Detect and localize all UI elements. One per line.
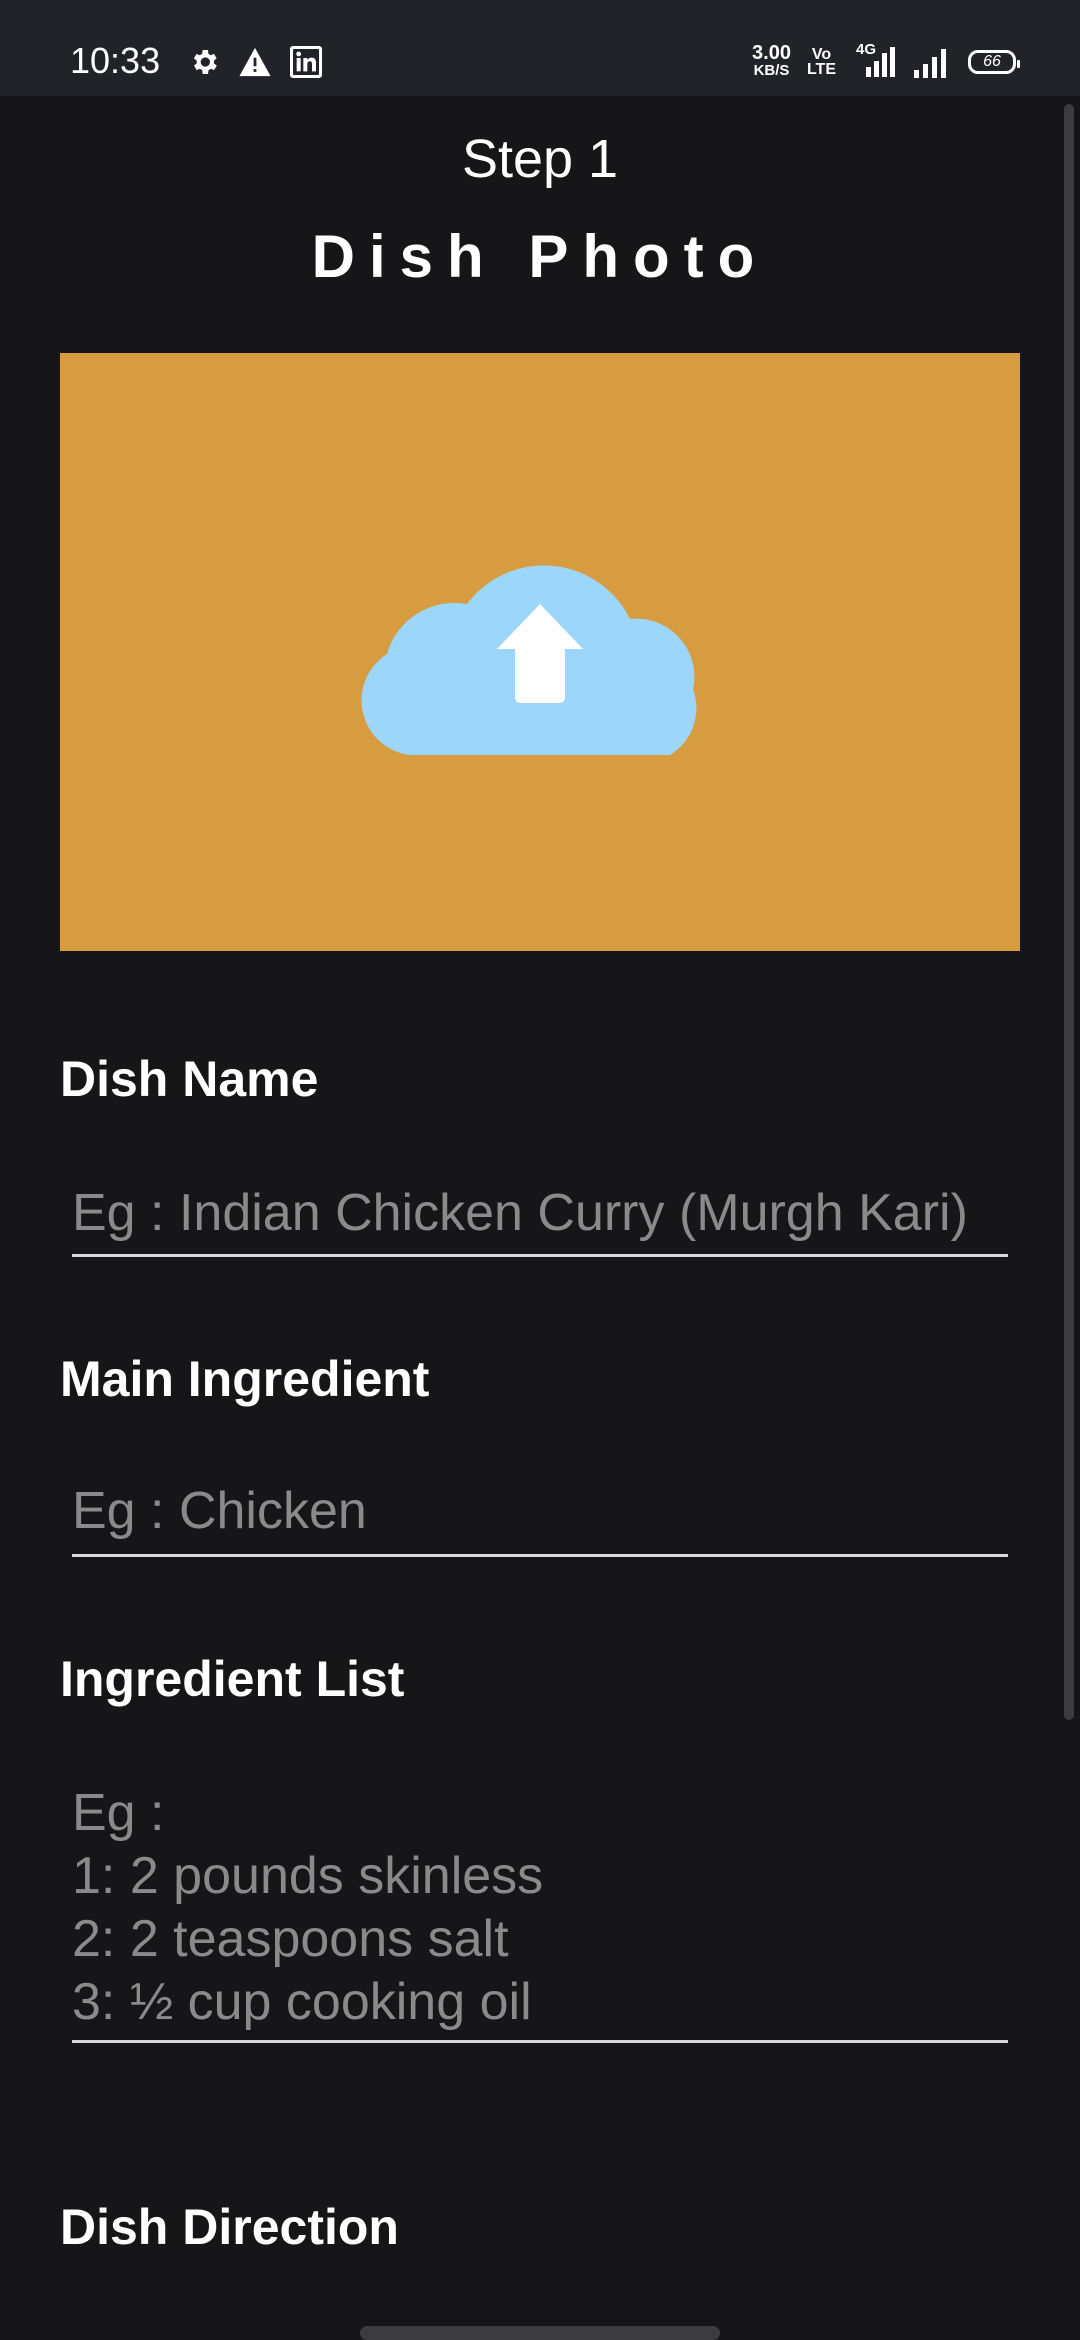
ingredient-list-input[interactable]: Eg : 1: 2 pounds skinless 2: 2 teaspoons… xyxy=(72,1782,1008,2043)
speed-unit: KB/S xyxy=(753,62,790,79)
signal-icon xyxy=(914,49,946,78)
photo-upload-area[interactable] xyxy=(60,353,1020,951)
status-right-icons: 3.00 KB/S Vo LTE 4G 66 xyxy=(752,41,1020,80)
dish-name-placeholder: Eg : Indian Chicken Curry (Murgh Kari) xyxy=(72,1184,968,1242)
status-time: 10:33 xyxy=(70,40,161,81)
dish-name-label: Dish Name xyxy=(60,1051,319,1107)
main-ingredient-placeholder: Eg : Chicken xyxy=(72,1482,367,1540)
network-speed: 3.00 KB/S xyxy=(752,42,791,80)
bottom-handle xyxy=(360,2326,720,2340)
dish-name-input[interactable]: Eg : Indian Chicken Curry (Murgh Kari) xyxy=(72,1182,1008,1257)
speed-value: 3.00 xyxy=(752,42,791,64)
ingredient-list-label: Ingredient List xyxy=(60,1651,405,1707)
main-ingredient-label: Main Ingredient xyxy=(60,1351,430,1407)
status-bar: 10:33 3.00 KB/S Vo LTE 4G 66 xyxy=(0,0,1080,96)
step-label: Step 1 xyxy=(461,129,619,189)
signal-4g-icon: 4G xyxy=(852,41,896,79)
warning-icon xyxy=(239,47,271,77)
page-title: Dish Photo xyxy=(311,223,769,290)
ingredient-list-placeholder: Eg : 1: 2 pounds skinless 2: 2 teaspoons… xyxy=(72,1784,544,2031)
linkedin-icon xyxy=(290,46,322,78)
dish-direction-label: Dish Direction xyxy=(60,2199,399,2255)
main-ingredient-input[interactable]: Eg : Chicken xyxy=(72,1480,1008,1557)
volte-bottom: LTE xyxy=(806,61,836,78)
battery-icon: 66 xyxy=(968,50,1020,74)
volte-indicator: Vo LTE xyxy=(806,46,836,78)
settings-icon xyxy=(193,50,217,74)
cloud-upload-icon xyxy=(361,565,697,755)
volte-top: Vo xyxy=(811,46,832,63)
scrollbar[interactable] xyxy=(1064,104,1074,1720)
status-left-icons xyxy=(188,46,322,78)
battery-level: 66 xyxy=(983,53,1001,70)
